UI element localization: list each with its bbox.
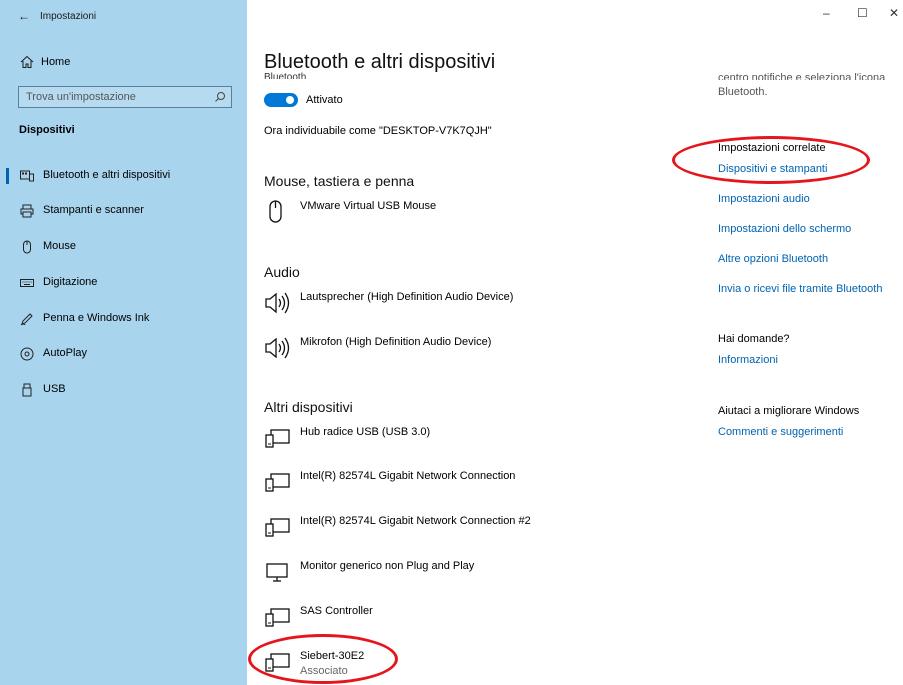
- monitor-icon: [266, 563, 288, 582]
- close-button[interactable]: ✕: [889, 6, 899, 20]
- link-send-receive-bluetooth[interactable]: Invia o ricevi file tramite Bluetooth: [718, 283, 882, 295]
- mouse-icon: [269, 200, 282, 223]
- home-icon: [20, 55, 34, 68]
- link-display-settings[interactable]: Impostazioni dello schermo: [718, 223, 851, 235]
- tip-text-cut: centro notifiche e seleziona l'icona: [718, 72, 886, 80]
- group-title-audio: Audio: [264, 264, 300, 280]
- mouse-icon: [23, 240, 31, 254]
- tip-text-bluetooth: Bluetooth.: [718, 86, 768, 98]
- questions-title: Hai domande?: [718, 333, 790, 345]
- minimize-button[interactable]: –: [823, 6, 830, 20]
- bluetooth-devices-icon: [20, 170, 34, 182]
- sidebar-item-usb[interactable]: USB: [0, 379, 247, 401]
- search-input[interactable]: Trova un'impostazione: [18, 86, 232, 108]
- group-title-mouse-keyboard-pen: Mouse, tastiera e penna: [264, 173, 415, 189]
- bluetooth-label: Bluetooth: [264, 72, 307, 79]
- bluetooth-toggle-label: Attivato: [306, 94, 343, 106]
- device-name: VMware Virtual USB Mouse: [300, 200, 437, 212]
- link-get-help[interactable]: Informazioni: [718, 354, 778, 366]
- pen-icon: [20, 313, 33, 326]
- sidebar-item-label: Stampanti e scanner: [43, 204, 144, 216]
- device-name: SAS Controller: [300, 605, 373, 617]
- home-label: Home: [41, 56, 71, 68]
- sidebar-item-typing[interactable]: Digitazione: [0, 272, 247, 294]
- device-name: Hub radice USB (USB 3.0): [300, 426, 431, 438]
- sidebar-item-pen[interactable]: Penna e Windows Ink: [0, 308, 247, 330]
- section-title: Dispositivi: [19, 124, 75, 136]
- sidebar-item-printers[interactable]: Stampanti e scanner: [0, 200, 247, 222]
- sidebar-item-label: Digitazione: [43, 276, 98, 288]
- sidebar-item-mouse[interactable]: Mouse: [0, 236, 247, 258]
- sidebar-item-label: Bluetooth e altri dispositivi: [43, 169, 171, 181]
- printer-icon: [20, 204, 34, 218]
- link-audio-settings[interactable]: Impostazioni audio: [718, 193, 810, 205]
- device-name: Intel(R) 82574L Gigabit Network Connecti…: [300, 515, 531, 527]
- sidebar-item-label: Mouse: [43, 240, 77, 252]
- usb-icon: [22, 383, 32, 397]
- keyboard-icon: [20, 279, 34, 287]
- search-placeholder: Trova un'impostazione: [26, 91, 136, 103]
- device-icon: [265, 429, 290, 448]
- home-nav-item[interactable]: Home: [19, 54, 70, 70]
- device-name: Intel(R) 82574L Gigabit Network Connecti…: [300, 470, 516, 482]
- improve-title: Aiutaci a migliorare Windows: [718, 405, 860, 417]
- link-more-bluetooth-options[interactable]: Altre opzioni Bluetooth: [718, 253, 828, 265]
- sidebar-item-autoplay[interactable]: AutoPlay: [0, 343, 247, 365]
- speaker-icon: [265, 337, 290, 359]
- sidebar-item-bluetooth[interactable]: Bluetooth e altri dispositivi: [0, 165, 247, 187]
- toggle-knob: [286, 96, 294, 104]
- speaker-icon: [265, 292, 290, 314]
- device-icon: [265, 608, 290, 627]
- autoplay-icon: [20, 347, 34, 361]
- device-icon: [265, 518, 290, 537]
- device-icon: [265, 473, 290, 492]
- sidebar-item-label: AutoPlay: [43, 347, 88, 359]
- group-title-other-devices: Altri dispositivi: [264, 399, 353, 415]
- link-feedback[interactable]: Commenti e suggerimenti: [718, 426, 843, 438]
- page-title: Bluetooth e altri dispositivi: [264, 51, 496, 73]
- window-title: Impostazioni: [40, 11, 97, 22]
- highlight-ellipse: [672, 136, 870, 184]
- maximize-button[interactable]: ☐: [857, 6, 868, 20]
- sidebar: ← Impostazioni Home Trova un'impostazion…: [0, 0, 247, 685]
- search-icon: [215, 92, 225, 102]
- sidebar-item-label: USB: [43, 383, 66, 395]
- sidebar-item-label: Penna e Windows Ink: [43, 312, 150, 324]
- highlight-ellipse: [248, 634, 398, 684]
- device-name: Lautsprecher (High Definition Audio Devi…: [300, 291, 514, 303]
- back-button[interactable]: ←: [18, 9, 30, 23]
- device-name: Monitor generico non Plug and Play: [300, 560, 475, 572]
- bluetooth-toggle[interactable]: [264, 93, 298, 107]
- device-name: Mikrofon (High Definition Audio Device): [300, 336, 492, 348]
- discoverable-text: Ora individuabile come "DESKTOP-V7K7QJH": [264, 125, 492, 137]
